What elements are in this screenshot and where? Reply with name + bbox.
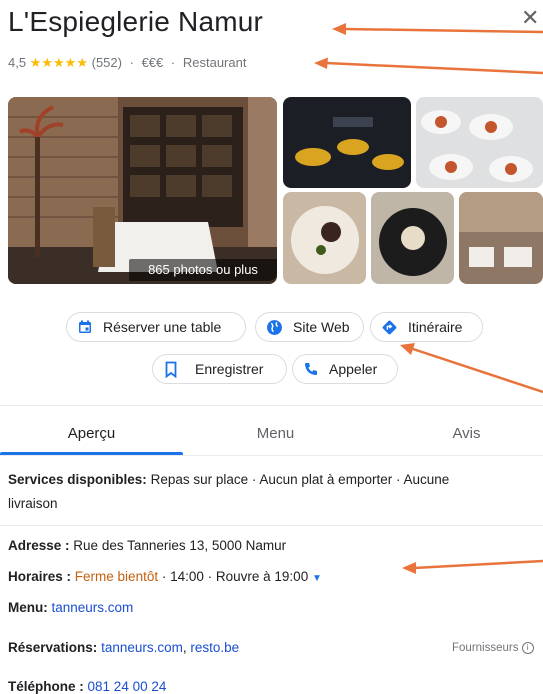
website-button[interactable]: Site Web bbox=[255, 312, 364, 342]
annotation-arrow bbox=[400, 343, 543, 394]
chevron-down-icon[interactable]: ▼ bbox=[312, 573, 322, 584]
rating-line: 4,5 ★★★★★ (552) · €€€ · Restaurant bbox=[8, 55, 246, 71]
directions-button[interactable]: Itinéraire bbox=[370, 312, 483, 342]
divider bbox=[0, 525, 543, 526]
star-rating: ★★★★★ bbox=[29, 55, 88, 70]
photo-thumb[interactable] bbox=[283, 192, 366, 284]
reservations-link[interactable]: resto.be bbox=[190, 640, 239, 655]
annotation-arrow bbox=[332, 23, 543, 35]
call-label: Appeler bbox=[329, 361, 378, 377]
call-button[interactable]: Appeler bbox=[292, 354, 398, 384]
rating-value: 4,5 bbox=[8, 55, 27, 70]
hours-detail: · 14:00 · Rouvre à 19:00 bbox=[161, 569, 309, 584]
place-title: L'Espieglerie Namur bbox=[8, 6, 264, 37]
bookmark-icon bbox=[165, 361, 177, 378]
phone-row[interactable]: Téléphone : 081 24 00 24 bbox=[8, 679, 166, 694]
price-level: €€€ bbox=[141, 55, 164, 70]
photo-count-badge[interactable]: 865 photos ou plus bbox=[129, 259, 277, 281]
services-label: Services disponibles: bbox=[8, 472, 147, 487]
annotation-arrow bbox=[402, 559, 543, 574]
annotation-arrow bbox=[314, 57, 543, 75]
menu-link[interactable]: tanneurs.com bbox=[52, 600, 134, 615]
tab-menu[interactable]: Menu bbox=[184, 425, 367, 442]
website-label: Site Web bbox=[293, 319, 350, 335]
reservations-row: Réservations: tanneurs.com, resto.be bbox=[8, 640, 239, 655]
reserve-label: Réserver une table bbox=[103, 319, 222, 335]
divider bbox=[0, 405, 543, 406]
address-value: Rue des Tanneries 13, 5000 Namur bbox=[73, 538, 287, 553]
photo-thumb[interactable] bbox=[459, 192, 543, 284]
reservations-label: Réservations: bbox=[8, 640, 98, 655]
hours-label: Horaires : bbox=[8, 569, 72, 584]
hours-row[interactable]: Horaires : Ferme bientôt · 14:00 · Rouvr… bbox=[8, 569, 322, 584]
separator: · bbox=[129, 55, 134, 70]
save-button[interactable]: Enregistrer bbox=[152, 354, 287, 384]
menu-label: Menu: bbox=[8, 600, 48, 615]
main-photo[interactable] bbox=[8, 97, 277, 284]
reserve-table-button[interactable]: Réserver une table bbox=[66, 312, 246, 342]
providers-label: Fournisseurs bbox=[452, 642, 519, 655]
services-row-continued: livraison bbox=[8, 496, 58, 511]
globe-icon bbox=[267, 319, 282, 335]
photo-thumb[interactable] bbox=[416, 97, 543, 188]
tab-reviews[interactable]: Avis bbox=[395, 425, 538, 442]
address-label: Adresse : bbox=[8, 538, 70, 553]
providers-info[interactable]: Fournisseurs i bbox=[452, 642, 534, 654]
hours-status: Ferme bientôt bbox=[74, 569, 159, 584]
menu-row: Menu: tanneurs.com bbox=[8, 600, 133, 615]
separator: , bbox=[182, 640, 187, 655]
separator: · bbox=[170, 55, 176, 70]
reservations-link[interactable]: tanneurs.com bbox=[101, 640, 183, 655]
directions-icon bbox=[382, 320, 397, 334]
calendar-icon bbox=[79, 320, 91, 333]
services-row: Services disponibles: Repas sur place · … bbox=[8, 472, 449, 487]
divider bbox=[0, 455, 543, 456]
photo-thumb[interactable] bbox=[283, 97, 411, 188]
photo-thumb[interactable] bbox=[371, 192, 454, 284]
category[interactable]: Restaurant bbox=[183, 55, 247, 70]
phone-label: Téléphone : bbox=[8, 679, 84, 694]
phone-icon bbox=[305, 363, 317, 375]
directions-label: Itinéraire bbox=[408, 319, 463, 335]
phone-value[interactable]: 081 24 00 24 bbox=[88, 679, 167, 694]
services-value: Repas sur place · Aucun plat à emporter … bbox=[150, 472, 450, 487]
review-count[interactable]: (552) bbox=[92, 55, 122, 70]
address-row[interactable]: Adresse : Rue des Tanneries 13, 5000 Nam… bbox=[8, 538, 286, 553]
tab-overview[interactable]: Aperçu bbox=[0, 425, 183, 442]
info-icon: i bbox=[521, 642, 534, 654]
save-label: Enregistrer bbox=[195, 361, 264, 377]
